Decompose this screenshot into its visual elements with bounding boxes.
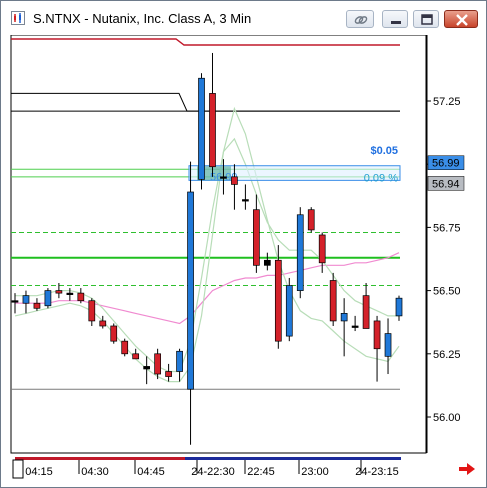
candle-body[interactable] xyxy=(165,371,172,377)
candle-body[interactable] xyxy=(209,93,216,168)
candle-body[interactable] xyxy=(395,297,403,317)
chart-app-icon xyxy=(11,11,25,25)
time-axis-label: 04:15 xyxy=(25,466,53,478)
candle-body[interactable] xyxy=(121,340,129,355)
candle-body[interactable] xyxy=(77,292,85,302)
price-chart[interactable]: 56.99$0.050.09 %57.2557.0056.7556.5056.2… xyxy=(1,35,486,487)
candle-body[interactable] xyxy=(220,176,227,179)
candle-body[interactable] xyxy=(99,320,107,327)
candle-body[interactable] xyxy=(242,199,249,202)
candle-body[interactable] xyxy=(253,209,260,266)
price-axis-label: 56.50 xyxy=(433,286,461,298)
price-axis-label: 56.00 xyxy=(433,412,461,424)
restore-icon xyxy=(421,14,433,25)
candle-body[interactable] xyxy=(88,300,96,322)
session-bar-regular xyxy=(185,457,401,460)
candle-body[interactable] xyxy=(318,234,326,264)
plot-area[interactable] xyxy=(10,35,427,454)
candle-body[interactable] xyxy=(11,300,19,303)
link-button[interactable] xyxy=(346,10,374,28)
restore-button[interactable] xyxy=(413,10,439,28)
candle-body[interactable] xyxy=(110,325,118,342)
candle-body[interactable] xyxy=(296,214,304,291)
candle-body[interactable] xyxy=(55,290,63,294)
window-title: S.NTNX - Nutanix, Inc. Class A, 3 Min xyxy=(33,11,252,26)
candle-body[interactable] xyxy=(44,290,52,307)
minimize-icon xyxy=(391,21,401,24)
candle-body[interactable] xyxy=(231,176,238,185)
time-axis-label: 04:30 xyxy=(81,466,109,478)
price-axis-label: 57.25 xyxy=(433,96,461,108)
candle-body[interactable] xyxy=(384,333,392,357)
time-axis-label: 23:00 xyxy=(301,466,329,478)
candle-body[interactable] xyxy=(263,259,271,266)
candle-body[interactable] xyxy=(66,292,74,295)
candle-body[interactable] xyxy=(198,77,205,180)
candle-body[interactable] xyxy=(340,313,348,322)
candle-body[interactable] xyxy=(33,302,41,309)
time-axis-label: 24-23:15 xyxy=(355,466,398,478)
price-axis-label: 56.25 xyxy=(433,349,461,361)
time-axis-label: 04:45 xyxy=(137,466,165,478)
price-label: 56.94 xyxy=(432,178,460,190)
minimize-button[interactable] xyxy=(382,10,408,28)
candle-body[interactable] xyxy=(329,280,337,322)
candle-body[interactable] xyxy=(362,295,370,329)
candle-body[interactable] xyxy=(274,259,282,342)
time-axis-label: 22:45 xyxy=(247,466,275,478)
title-bar[interactable]: S.NTNX - Nutanix, Inc. Class A, 3 Min xyxy=(1,1,486,35)
candle-body[interactable] xyxy=(154,353,161,375)
candle-body[interactable] xyxy=(373,320,381,350)
session-bar-pre xyxy=(15,457,185,460)
time-axis-label: 24-22:30 xyxy=(191,466,234,478)
candle-body[interactable] xyxy=(307,209,315,231)
annotation-percent: 0.09 % xyxy=(364,172,398,184)
candle-body[interactable] xyxy=(285,285,293,337)
candle-body[interactable] xyxy=(22,295,30,304)
candle-body[interactable] xyxy=(132,353,140,360)
close-icon xyxy=(456,14,468,26)
price-label: 56.99 xyxy=(432,158,460,170)
candle-body[interactable] xyxy=(143,366,151,370)
scroll-thumb[interactable] xyxy=(12,459,24,479)
candle-body[interactable] xyxy=(187,191,194,390)
annotation-dollar: $0.05 xyxy=(370,145,398,157)
link-icon xyxy=(354,16,368,24)
candle-body[interactable] xyxy=(176,350,183,372)
close-button[interactable] xyxy=(444,10,478,28)
chart-window: S.NTNX - Nutanix, Inc. Class A, 3 Min $0… xyxy=(0,0,487,488)
price-axis-label: 56.75 xyxy=(433,222,461,234)
candle-body[interactable] xyxy=(351,325,359,328)
